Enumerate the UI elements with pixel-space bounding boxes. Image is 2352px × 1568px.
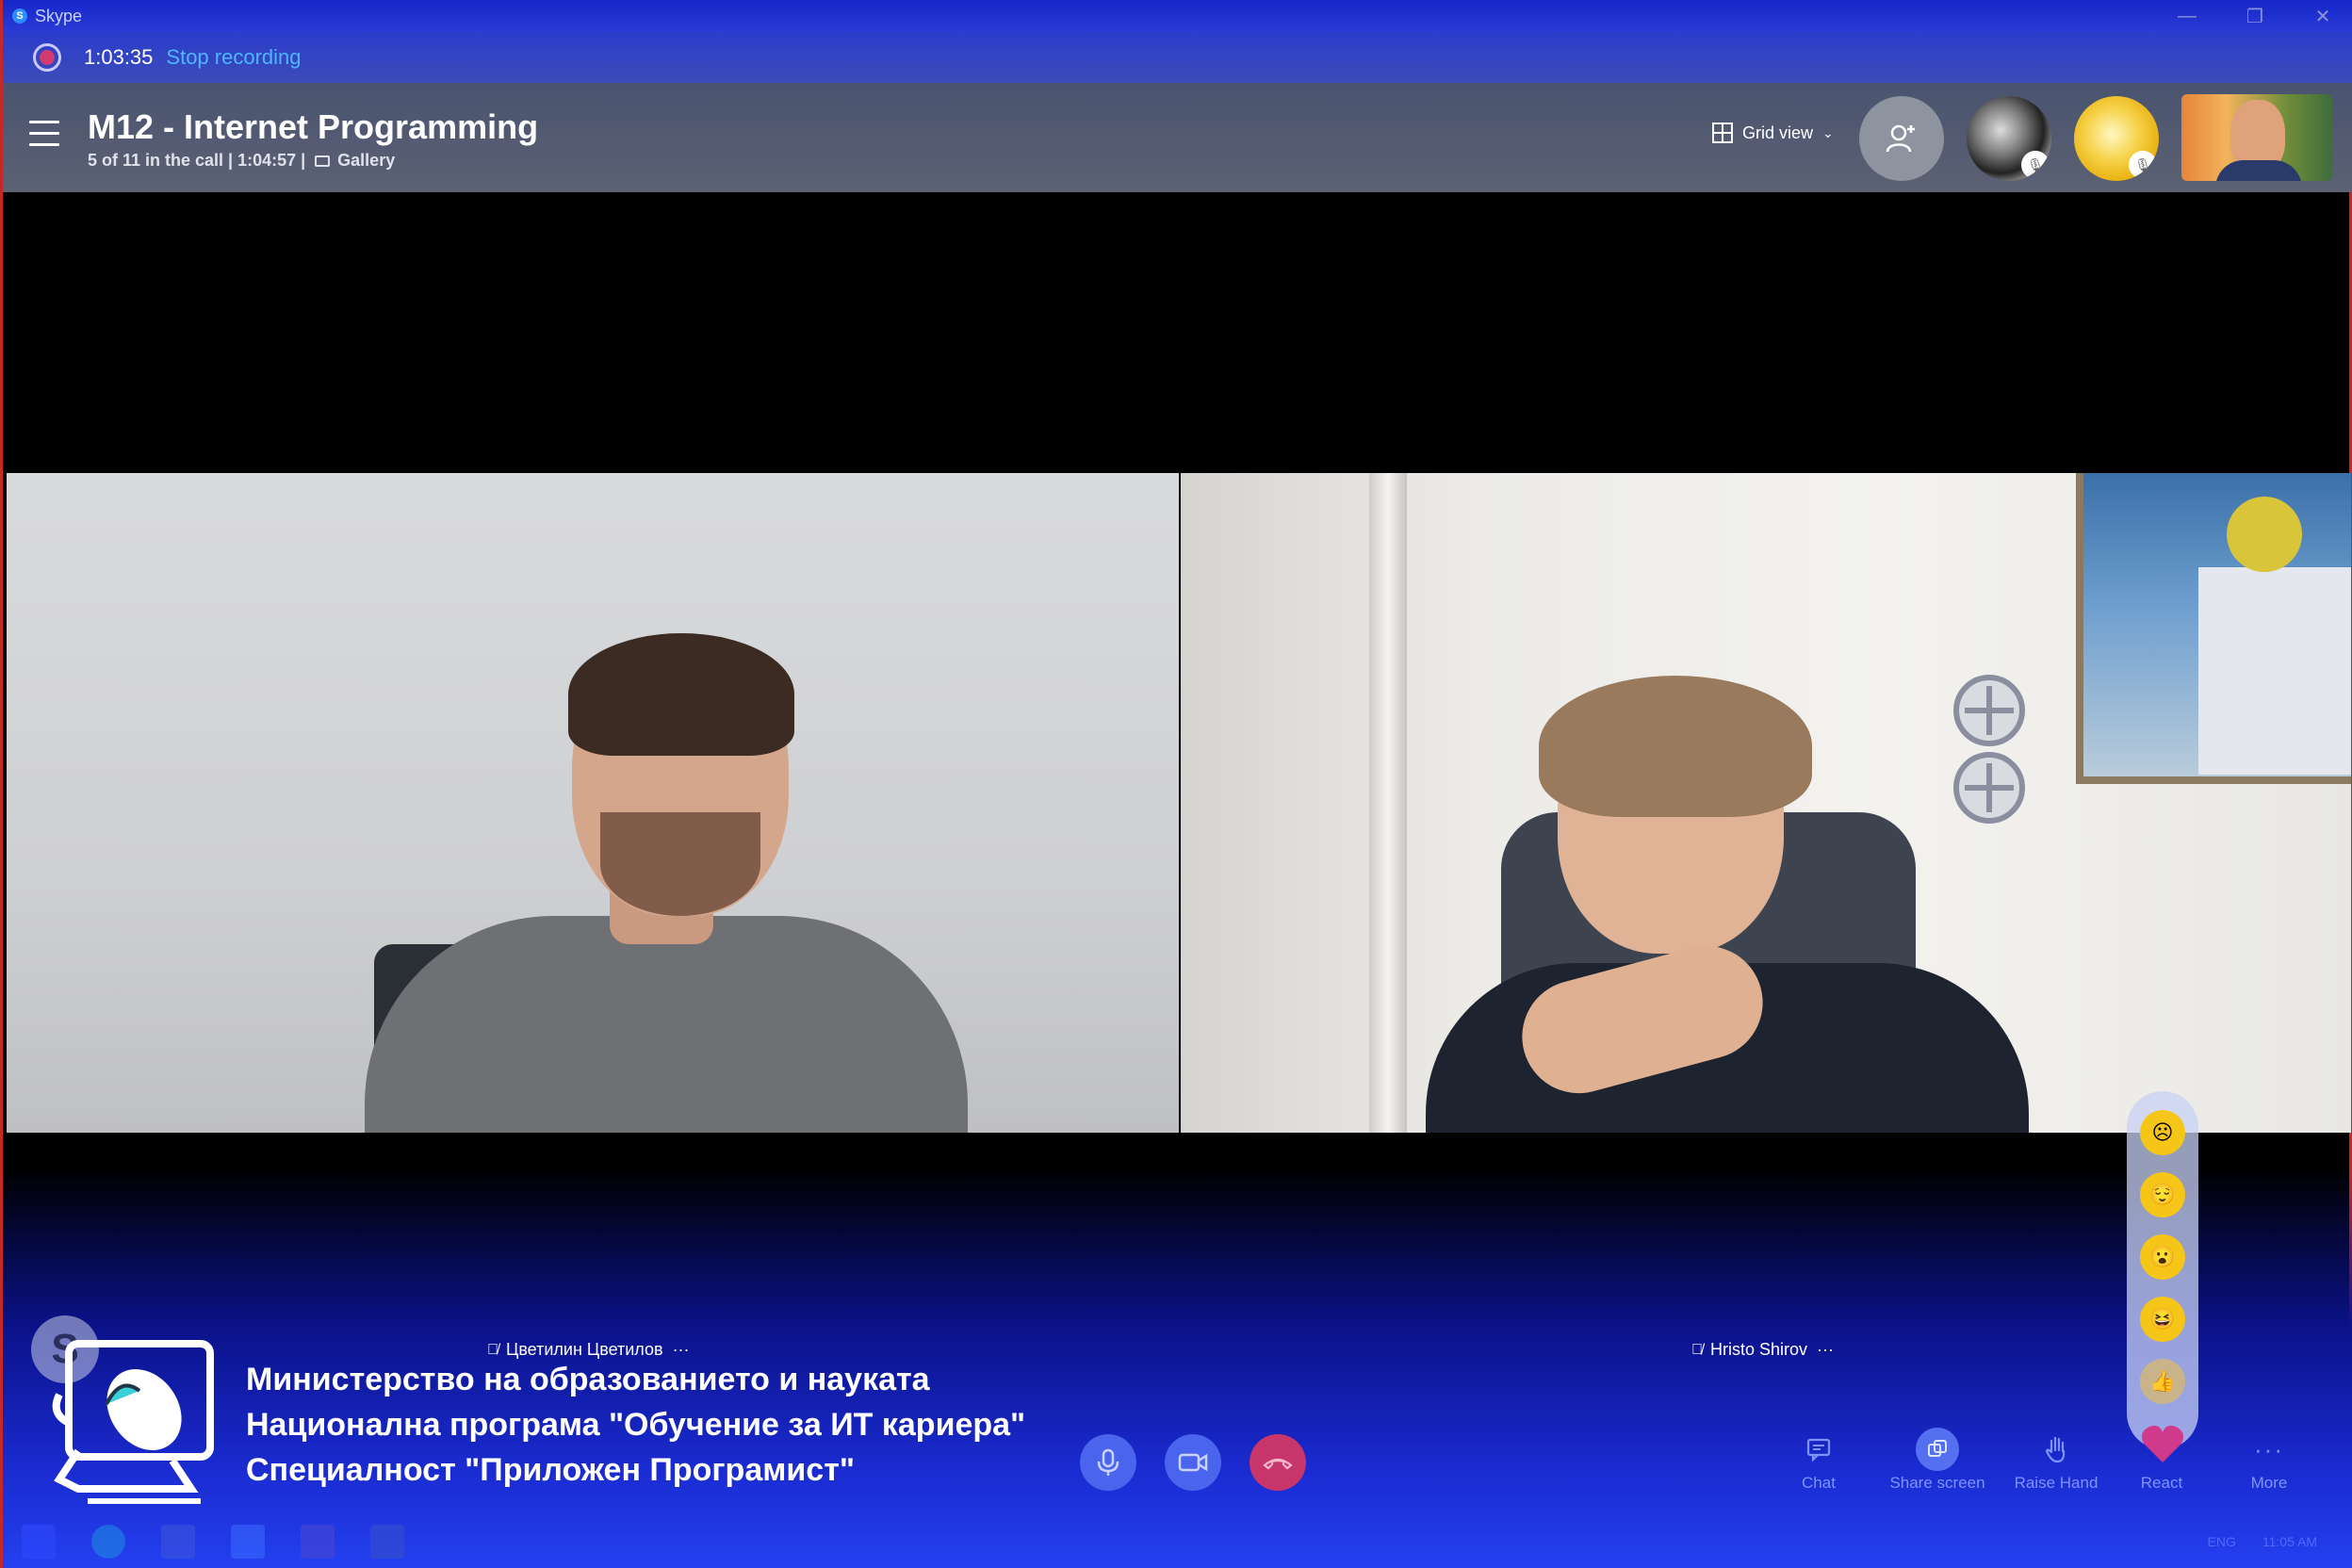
self-body — [2215, 160, 2302, 181]
participant-more-button[interactable]: ··· — [1817, 1340, 1834, 1360]
branding-line-2: Национална програма "Обучение за ИТ кари… — [246, 1407, 1026, 1443]
language-indicator[interactable]: ENG — [2208, 1534, 2236, 1549]
taskbar: ENG 11:05 AM — [3, 1515, 2352, 1568]
grid-view-dropdown[interactable]: Grid view ⌄ — [1712, 122, 1834, 143]
app-title: Skype — [35, 6, 83, 25]
skype-window: S Skype — ❐ ✕ 1:03:35 Stop recording M12… — [0, 0, 2352, 1568]
share-screen-icon — [1916, 1428, 1959, 1471]
edge-browser-icon[interactable] — [91, 1525, 125, 1559]
picture-cube — [2198, 567, 2351, 775]
system-tray: ENG 11:05 AM — [2181, 1515, 2317, 1568]
participant-body — [365, 916, 968, 1133]
share-screen-label: Share screen — [1889, 1474, 1985, 1492]
title-bar: S Skype — ❐ ✕ — [3, 0, 2352, 32]
gallery-icon — [315, 155, 331, 167]
visual-studio-icon[interactable] — [301, 1525, 335, 1559]
video-camera-icon — [1178, 1453, 1208, 1472]
participant-beard — [600, 812, 760, 916]
chat-icon — [1806, 1429, 1831, 1470]
react-label: React — [2140, 1474, 2183, 1492]
grid-view-label: Grid view — [1742, 122, 1814, 142]
muted-mic-icon: 🎙̸ — [1691, 1341, 1703, 1358]
crosshair-icon — [1953, 675, 2025, 746]
participant-name: Hristo Shirov — [1710, 1340, 1808, 1359]
chat-label: Chat — [1802, 1474, 1836, 1492]
share-screen-button[interactable]: Share screen — [1886, 1428, 1989, 1493]
windows-start-icon[interactable] — [22, 1525, 56, 1559]
more-label: More — [2250, 1474, 2288, 1492]
call-status: 5 of 11 in the call | 1:04:57 | — [88, 151, 306, 170]
participant-hair — [568, 633, 794, 756]
wall-pipe — [1369, 473, 1407, 1133]
skype-taskbar-icon[interactable] — [231, 1525, 265, 1559]
more-button[interactable]: ··· More — [2217, 1429, 2321, 1493]
participant-name-tag: 🎙̸ Hristo Shirov ··· — [1691, 1340, 1834, 1360]
muted-mic-icon: 🎙 — [2021, 151, 2050, 179]
it-career-logo — [52, 1340, 214, 1504]
surprised-emoji-icon[interactable]: 😮 — [2140, 1234, 2185, 1280]
raise-hand-label: Raise Hand — [2014, 1474, 2099, 1492]
file-explorer-icon[interactable] — [161, 1525, 195, 1559]
call-header: M12 - Internet Programming 5 of 11 in th… — [3, 83, 2352, 192]
more-icon: ··· — [2254, 1434, 2284, 1463]
menu-icon[interactable] — [29, 121, 59, 147]
microphone-button[interactable] — [1080, 1434, 1136, 1491]
sleepy-emoji-icon[interactable]: 😌 — [2140, 1172, 2185, 1217]
close-button[interactable]: ✕ — [2293, 0, 2352, 32]
crosshair-icon — [1953, 752, 2025, 824]
branding-line-1: Министерство на образованието и науката — [246, 1362, 930, 1397]
hand-icon — [2044, 1429, 2068, 1470]
recording-bar: 1:03:35 Stop recording — [3, 32, 2352, 83]
video-tile-participant-1[interactable] — [7, 473, 1179, 1133]
participant-avatar[interactable]: 🎙 — [1967, 96, 2051, 181]
call-subtitle: 5 of 11 in the call | 1:04:57 | Gallery — [88, 151, 395, 171]
skype-app-icon: S — [12, 8, 27, 24]
branding-line-3: Специалност "Приложен Програмист" — [246, 1452, 855, 1488]
participant-hair — [1539, 676, 1812, 817]
recording-timer: 1:03:35 — [84, 45, 154, 69]
restore-button[interactable]: ❐ — [2225, 0, 2285, 32]
laughing-emoji-icon[interactable]: 😆 — [2140, 1297, 2185, 1342]
chevron-down-icon: ⌄ — [1822, 124, 1834, 140]
add-person-icon — [1886, 124, 1915, 153]
reaction-panel: ☹ 😌 😮 😆 👍 — [2127, 1091, 2198, 1449]
clock[interactable]: 11:05 AM — [2262, 1534, 2317, 1549]
minimize-button[interactable]: — — [2157, 0, 2217, 32]
raise-hand-button[interactable]: Raise Hand — [2004, 1429, 2108, 1493]
stop-recording-link[interactable]: Stop recording — [166, 45, 301, 70]
thumbs-up-icon[interactable]: 👍 — [2140, 1359, 2185, 1404]
branding-text: Министерство на образованието и науката … — [246, 1357, 1025, 1493]
chat-button[interactable]: Chat — [1767, 1429, 1870, 1493]
hang-up-icon — [1263, 1458, 1293, 1470]
picture-fruit — [2227, 497, 2302, 572]
recording-icon — [33, 43, 61, 72]
self-view-video[interactable] — [2181, 94, 2332, 181]
share-screen-icon-wrap — [1916, 1428, 1959, 1471]
muted-mic-icon: 🎙̸ — [487, 1341, 498, 1358]
add-participant-button[interactable] — [1859, 96, 1944, 181]
heart-icon[interactable] — [2140, 1423, 2185, 1464]
sad-emoji-icon[interactable]: ☹ — [2140, 1110, 2185, 1155]
snipping-tool-icon[interactable] — [370, 1525, 404, 1559]
video-tile-participant-2[interactable] — [1181, 473, 2351, 1133]
microphone-icon — [1097, 1448, 1119, 1476]
gallery-label: Gallery — [337, 151, 396, 170]
muted-mic-icon: 🎙 — [2129, 151, 2157, 179]
participant-avatar[interactable]: 🎙 — [2074, 96, 2159, 181]
camera-button[interactable] — [1165, 1434, 1221, 1491]
grid-icon — [1712, 122, 1733, 143]
call-title: M12 - Internet Programming — [88, 107, 539, 146]
end-call-button[interactable] — [1250, 1434, 1306, 1491]
